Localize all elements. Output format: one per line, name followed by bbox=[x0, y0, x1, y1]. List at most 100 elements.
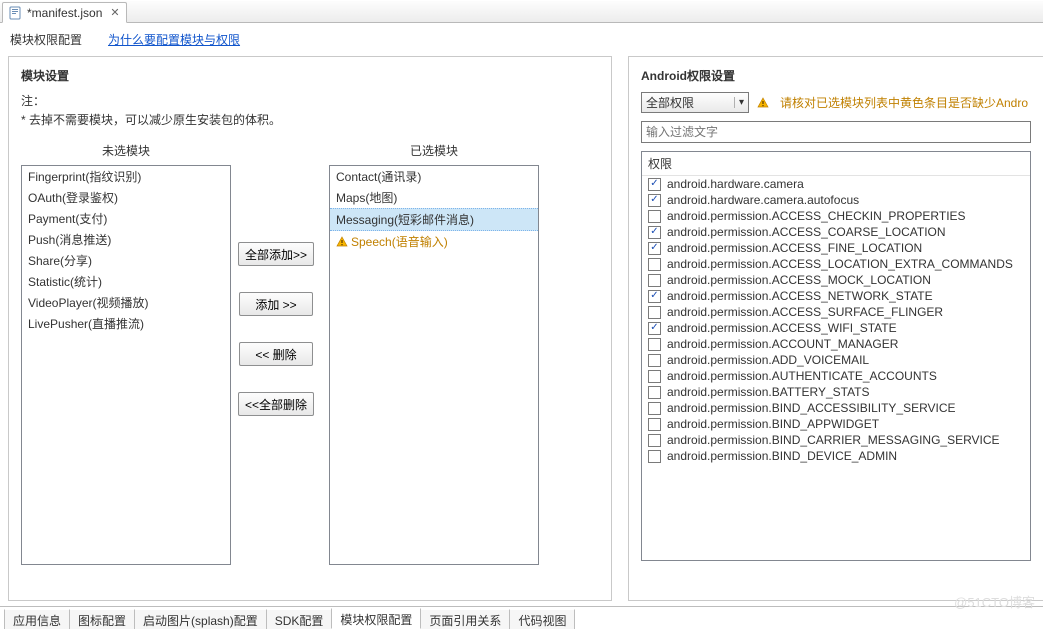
list-item[interactable]: Share(分享) bbox=[22, 250, 230, 271]
permission-filter-select[interactable]: 全部权限 ▾ bbox=[641, 92, 749, 113]
file-tab-label: *manifest.json bbox=[27, 6, 102, 20]
checkbox[interactable] bbox=[648, 290, 661, 303]
bottom-tab[interactable]: 页面引用关系 bbox=[420, 609, 510, 629]
checkbox[interactable] bbox=[648, 194, 661, 207]
editor-tabstrip: *manifest.json ✕ bbox=[0, 1, 1043, 23]
permission-item[interactable]: android.permission.AUTHENTICATE_ACCOUNTS bbox=[642, 368, 1030, 384]
note-label: 注： bbox=[21, 92, 599, 109]
selected-title: 已选模块 bbox=[410, 142, 458, 159]
list-item[interactable]: Maps(地图) bbox=[330, 187, 538, 208]
permission-item[interactable]: android.permission.ACCESS_CHECKIN_PROPER… bbox=[642, 208, 1030, 224]
module-settings-title: 模块设置 bbox=[21, 67, 599, 84]
module-settings-panel: 模块设置 注： * 去掉不需要模块，可以减少原生安装包的体积。 未选模块 Fin… bbox=[8, 56, 612, 601]
warning-icon bbox=[336, 236, 348, 248]
warning-icon bbox=[757, 97, 769, 109]
permission-label: android.permission.ACCESS_FINE_LOCATION bbox=[667, 241, 922, 255]
permission-label: android.permission.ACCESS_LOCATION_EXTRA… bbox=[667, 257, 1013, 271]
add-button[interactable]: 添加 >> bbox=[239, 292, 313, 316]
list-item[interactable]: Payment(支付) bbox=[22, 208, 230, 229]
bottom-tab[interactable]: 启动图片(splash)配置 bbox=[134, 609, 267, 629]
permission-label: android.permission.BIND_CARRIER_MESSAGIN… bbox=[667, 433, 1000, 447]
list-item[interactable]: VideoPlayer(视频播放) bbox=[22, 292, 230, 313]
permission-filter-input[interactable] bbox=[641, 121, 1031, 143]
permission-item[interactable]: android.permission.ADD_VOICEMAIL bbox=[642, 352, 1030, 368]
permission-label: android.permission.ACCOUNT_MANAGER bbox=[667, 337, 898, 351]
help-link[interactable]: 为什么要配置模块与权限 bbox=[108, 31, 240, 48]
warning-text: 请核对已选模块列表中黄色条目是否缺少Andro bbox=[780, 94, 1028, 111]
permission-item[interactable]: android.permission.ACCESS_MOCK_LOCATION bbox=[642, 272, 1030, 288]
checkbox[interactable] bbox=[648, 450, 661, 463]
permission-label: android.permission.ACCESS_MOCK_LOCATION bbox=[667, 273, 931, 287]
permission-item[interactable]: android.permission.BIND_ACCESSIBILITY_SE… bbox=[642, 400, 1030, 416]
list-item[interactable]: Messaging(短彩邮件消息) bbox=[330, 208, 538, 231]
permission-label: android.permission.ACCESS_WIFI_STATE bbox=[667, 321, 897, 335]
permission-item[interactable]: android.hardware.camera.autofocus bbox=[642, 192, 1030, 208]
list-item[interactable]: Speech(语音输入) bbox=[330, 231, 538, 252]
list-item[interactable]: Fingerprint(指纹识别) bbox=[22, 166, 230, 187]
permission-item[interactable]: android.permission.BIND_CARRIER_MESSAGIN… bbox=[642, 432, 1030, 448]
list-item[interactable]: LivePusher(直播推流) bbox=[22, 313, 230, 334]
checkbox[interactable] bbox=[648, 306, 661, 319]
permission-label: android.permission.BIND_DEVICE_ADMIN bbox=[667, 449, 897, 463]
permission-label: android.permission.AUTHENTICATE_ACCOUNTS bbox=[667, 369, 937, 383]
add-all-button[interactable]: 全部添加>> bbox=[238, 242, 314, 266]
permission-label: android.permission.ACCESS_COARSE_LOCATIO… bbox=[667, 225, 946, 239]
permission-item[interactable]: android.permission.ACCESS_NETWORK_STATE bbox=[642, 288, 1030, 304]
bottom-tabstrip: 应用信息图标配置启动图片(splash)配置SDK配置模块权限配置页面引用关系代… bbox=[0, 606, 1043, 629]
checkbox[interactable] bbox=[648, 354, 661, 367]
checkbox[interactable] bbox=[648, 370, 661, 383]
permission-listbox[interactable]: 权限 android.hardware.cameraandroid.hardwa… bbox=[641, 151, 1031, 561]
checkbox[interactable] bbox=[648, 386, 661, 399]
checkbox[interactable] bbox=[648, 226, 661, 239]
selected-listbox[interactable]: Contact(通讯录)Maps(地图)Messaging(短彩邮件消息)Spe… bbox=[329, 165, 539, 565]
permission-label: android.hardware.camera.autofocus bbox=[667, 193, 859, 207]
close-tab-icon[interactable]: ✕ bbox=[110, 6, 119, 19]
list-item[interactable]: Push(消息推送) bbox=[22, 229, 230, 250]
checkbox[interactable] bbox=[648, 418, 661, 431]
subheader: 模块权限配置 为什么要配置模块与权限 bbox=[0, 23, 1043, 56]
checkbox[interactable] bbox=[648, 402, 661, 415]
checkbox[interactable] bbox=[648, 322, 661, 335]
permission-item[interactable]: android.permission.ACCESS_WIFI_STATE bbox=[642, 320, 1030, 336]
bottom-tab[interactable]: 代码视图 bbox=[509, 609, 575, 629]
permission-item[interactable]: android.permission.ACCESS_FINE_LOCATION bbox=[642, 240, 1030, 256]
permission-label: android.permission.ADD_VOICEMAIL bbox=[667, 353, 869, 367]
page-title: 模块权限配置 bbox=[10, 31, 82, 48]
bottom-tab[interactable]: 图标配置 bbox=[69, 609, 135, 629]
permission-label: android.permission.ACCESS_SURFACE_FLINGE… bbox=[667, 305, 943, 319]
permission-label: android.permission.ACCESS_NETWORK_STATE bbox=[667, 289, 933, 303]
unselected-listbox[interactable]: Fingerprint(指纹识别)OAuth(登录鉴权)Payment(支付)P… bbox=[21, 165, 231, 565]
permission-item[interactable]: android.permission.BIND_DEVICE_ADMIN bbox=[642, 448, 1030, 464]
checkbox[interactable] bbox=[648, 242, 661, 255]
permission-label: android.hardware.camera bbox=[667, 177, 804, 191]
list-item[interactable]: Statistic(统计) bbox=[22, 271, 230, 292]
bottom-tab[interactable]: SDK配置 bbox=[266, 609, 333, 629]
chevron-down-icon: ▾ bbox=[734, 97, 744, 108]
file-tab-manifest[interactable]: *manifest.json ✕ bbox=[2, 2, 127, 23]
remove-button[interactable]: << 删除 bbox=[239, 342, 313, 366]
permission-item[interactable]: android.permission.ACCOUNT_MANAGER bbox=[642, 336, 1030, 352]
android-permissions-panel: Android权限设置 全部权限 ▾ 请核对已选模块列表中黄色条目是否缺少And… bbox=[628, 56, 1043, 601]
checkbox[interactable] bbox=[648, 258, 661, 271]
checkbox[interactable] bbox=[648, 178, 661, 191]
list-item[interactable]: Contact(通讯录) bbox=[330, 166, 538, 187]
bottom-tab[interactable]: 模块权限配置 bbox=[331, 608, 421, 629]
list-item[interactable]: OAuth(登录鉴权) bbox=[22, 187, 230, 208]
permission-item[interactable]: android.permission.ACCESS_COARSE_LOCATIO… bbox=[642, 224, 1030, 240]
permission-label: android.permission.ACCESS_CHECKIN_PROPER… bbox=[667, 209, 966, 223]
checkbox[interactable] bbox=[648, 338, 661, 351]
permission-item[interactable]: android.permission.BATTERY_STATS bbox=[642, 384, 1030, 400]
note-text: * 去掉不需要模块，可以减少原生安装包的体积。 bbox=[21, 111, 599, 128]
permission-item[interactable]: android.hardware.camera bbox=[642, 176, 1030, 192]
permission-item[interactable]: android.permission.ACCESS_LOCATION_EXTRA… bbox=[642, 256, 1030, 272]
checkbox[interactable] bbox=[648, 274, 661, 287]
permission-item[interactable]: android.permission.BIND_APPWIDGET bbox=[642, 416, 1030, 432]
permission-label: android.permission.BATTERY_STATS bbox=[667, 385, 870, 399]
bottom-tab[interactable]: 应用信息 bbox=[4, 609, 70, 629]
checkbox[interactable] bbox=[648, 210, 661, 223]
remove-all-button[interactable]: <<全部删除 bbox=[238, 392, 314, 416]
checkbox[interactable] bbox=[648, 434, 661, 447]
android-permissions-title: Android权限设置 bbox=[641, 67, 1031, 84]
json-file-icon bbox=[9, 6, 23, 20]
permission-item[interactable]: android.permission.ACCESS_SURFACE_FLINGE… bbox=[642, 304, 1030, 320]
